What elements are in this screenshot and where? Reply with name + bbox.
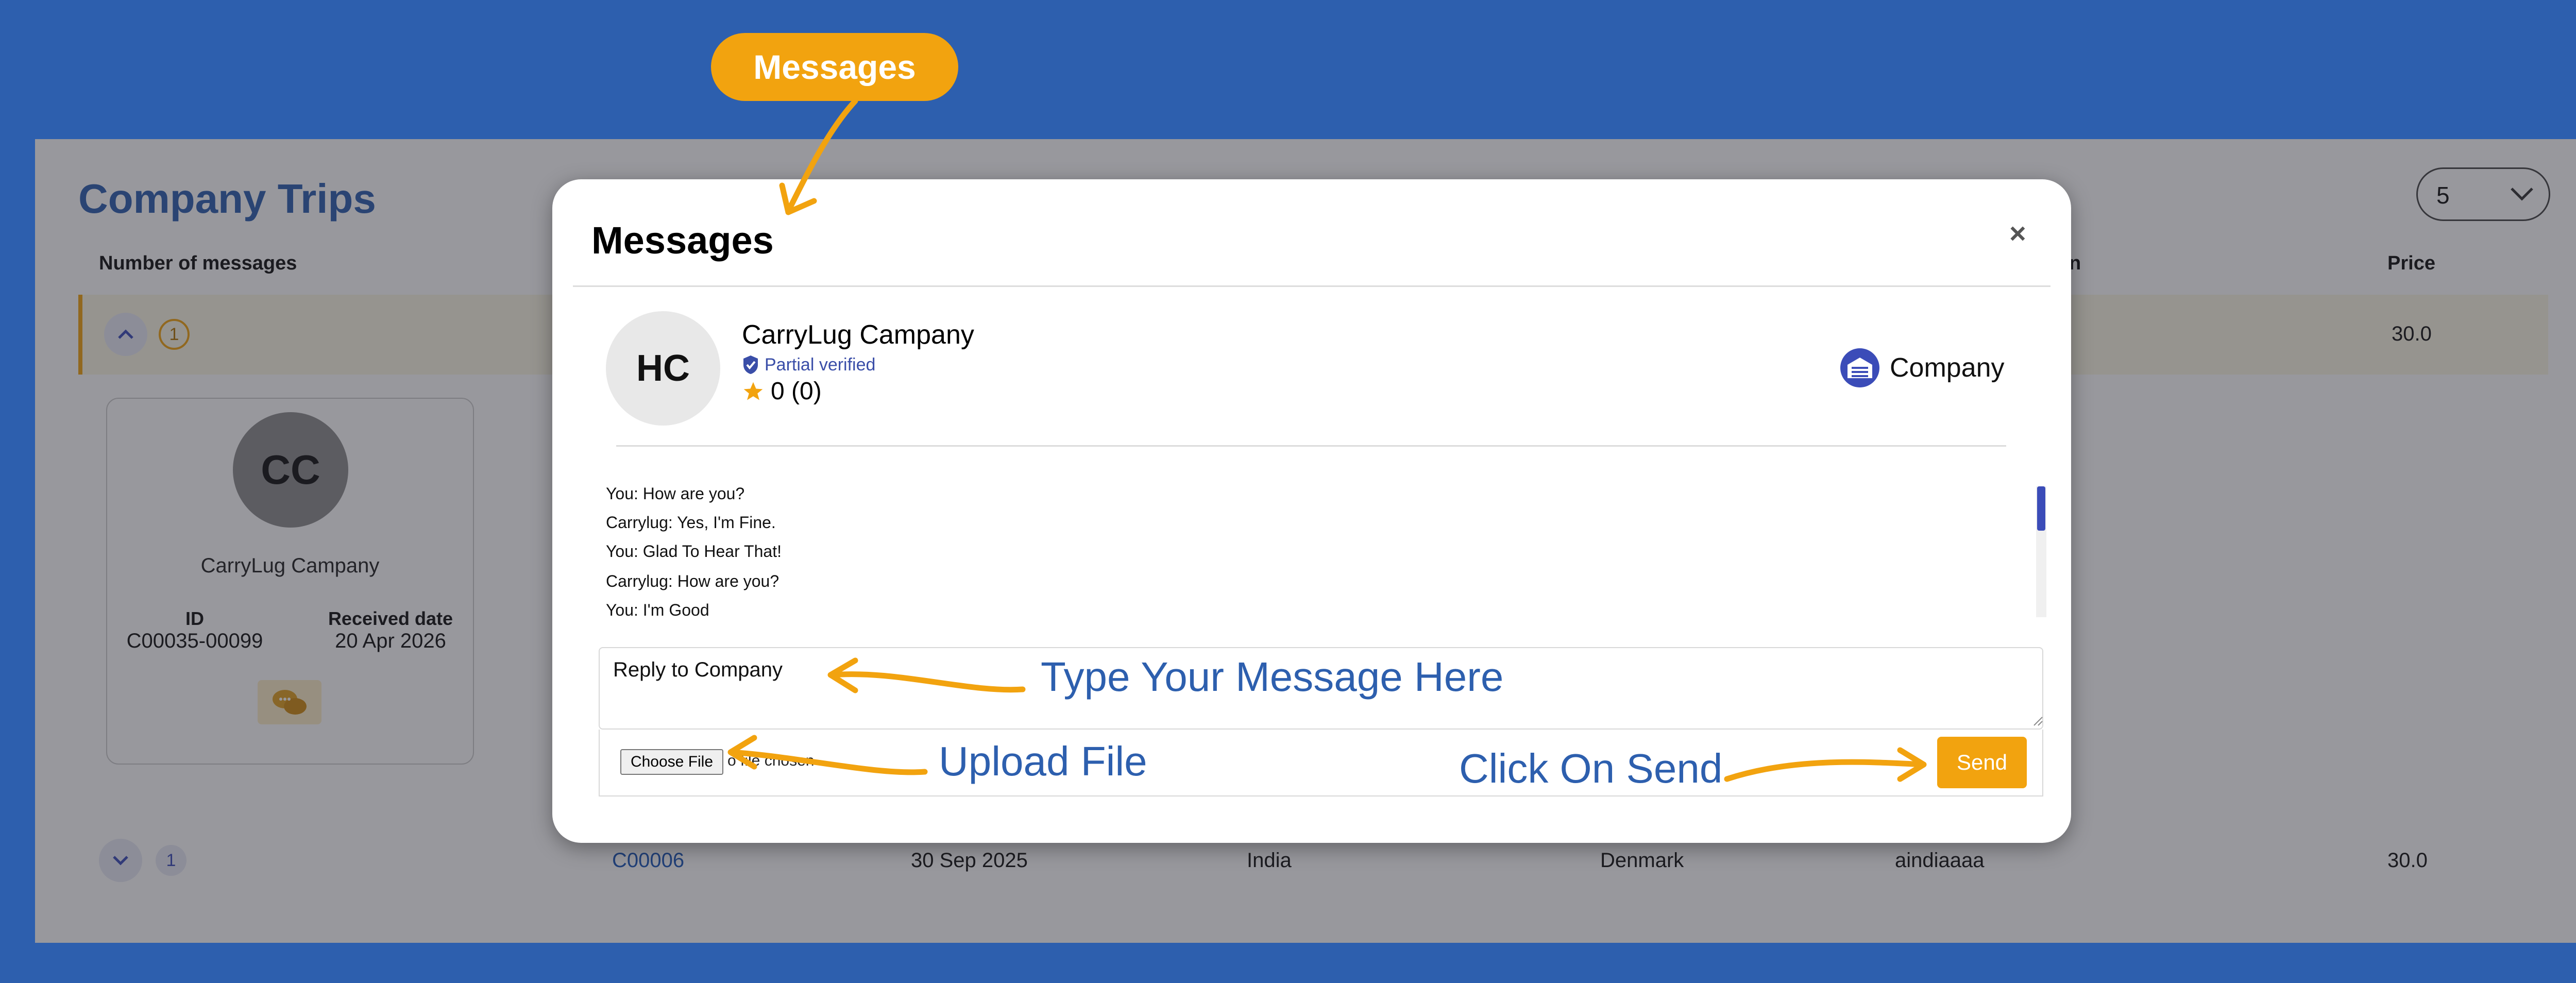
annotation-arrows [727, 98, 1927, 782]
arrow-to-upload [728, 749, 928, 775]
annotation-type-message: Type Your Message Here [1041, 654, 1504, 700]
annotation-upload-file: Upload File [939, 738, 1147, 784]
arrow-to-title [785, 98, 858, 214]
arrow-to-reply [829, 671, 1026, 693]
annotation-click-send: Click On Send [1459, 745, 1723, 791]
arrow-to-send [1724, 759, 1926, 782]
